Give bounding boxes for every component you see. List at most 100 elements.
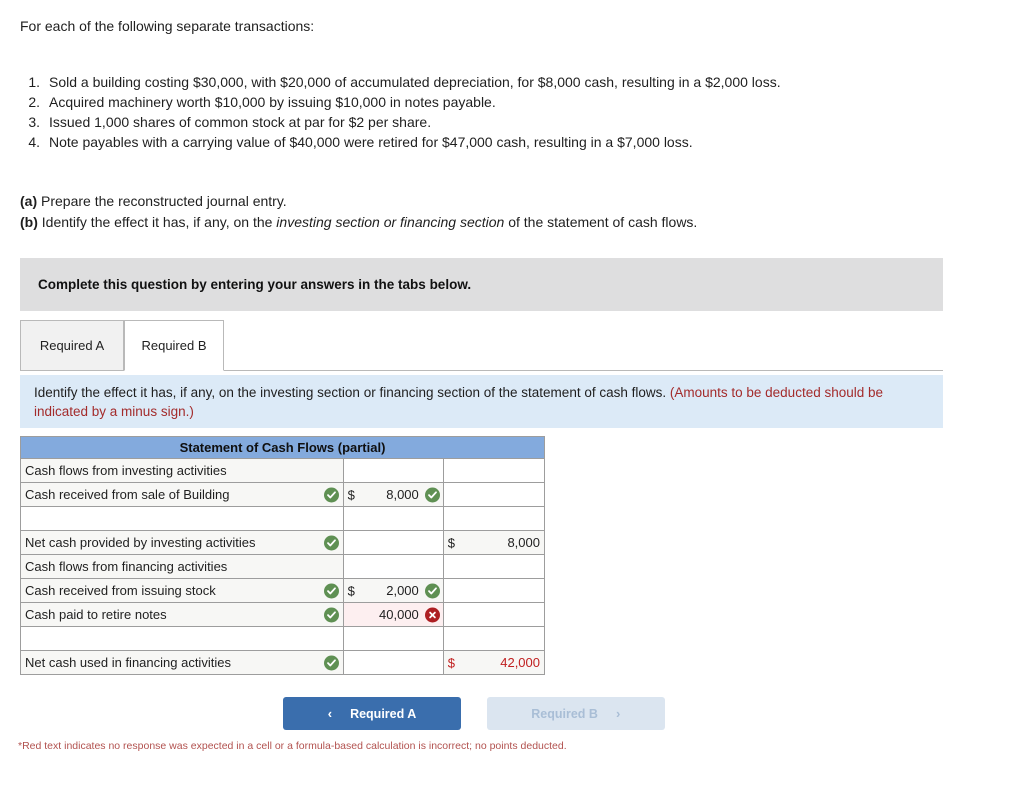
requirements-text: (a) Prepare the reconstructed journal en…: [20, 191, 697, 233]
table-row: Cash paid to retire notes 40,000: [20, 602, 546, 627]
row-amount-cell-2[interactable]: [442, 578, 546, 603]
requirement-b-text-after: of the statement of cash flows.: [504, 214, 698, 230]
row-amount-cell-2[interactable]: [442, 626, 546, 651]
table-row: Net cash used in financing activities $ …: [20, 650, 546, 675]
list-item-text: Sold a building costing $30,000, with $2…: [49, 74, 781, 90]
instruction-banner: Complete this question by entering your …: [20, 258, 943, 311]
next-button-label: Required B: [531, 706, 598, 721]
list-item-text: Issued 1,000 shares of common stock at p…: [49, 114, 432, 130]
row-label-cell[interactable]: Net cash used in financing activities: [20, 650, 344, 675]
instruction-banner-text: Complete this question by entering your …: [38, 277, 472, 292]
statement-of-cash-flows-table: Statement of Cash Flows (partial) Cash f…: [20, 436, 546, 675]
row-amount-cell-2[interactable]: [442, 554, 546, 579]
row-label: Net cash used in financing activities: [25, 655, 231, 670]
chevron-right-icon: ›: [615, 706, 621, 721]
cross-icon: [424, 607, 440, 622]
currency-symbol: $: [447, 535, 456, 550]
row-label: Cash paid to retire notes: [25, 607, 167, 622]
check-icon: [323, 535, 339, 550]
row-amount-cell-1[interactable]: [342, 506, 444, 531]
previous-button-label: Required A: [350, 706, 417, 721]
transactions-list: 1. Sold a building costing $30,000, with…: [20, 72, 980, 152]
list-item-number: 4.: [28, 134, 40, 150]
check-icon: [323, 583, 339, 598]
row-label-cell[interactable]: Cash flows from investing activities: [20, 458, 344, 483]
tab-required-b[interactable]: Required B: [124, 320, 224, 371]
tab-required-b-label: Required B: [141, 338, 207, 353]
row-label-cell[interactable]: [20, 626, 344, 651]
row-amount-cell-2[interactable]: [442, 458, 546, 483]
row-label: Net cash provided by investing activitie…: [25, 535, 256, 550]
table-row: [20, 506, 546, 531]
table-row: Net cash provided by investing activitie…: [20, 530, 546, 555]
requirement-a-line: (a) Prepare the reconstructed journal en…: [20, 191, 697, 212]
row-amount-cell-2[interactable]: [442, 506, 546, 531]
list-item-number: 3.: [28, 114, 40, 130]
check-icon: [323, 487, 339, 502]
requirement-b-text-italic: investing section or financing section: [276, 214, 505, 230]
row-label: Cash flows from financing activities: [25, 559, 228, 574]
list-item: 1. Sold a building costing $30,000, with…: [20, 72, 980, 92]
amount-value: 8,000: [507, 535, 540, 550]
table-row: Cash flows from financing activities: [20, 554, 546, 579]
tab-bar: Required A Required B: [20, 320, 943, 371]
currency-symbol: $: [447, 655, 456, 670]
requirement-b-text-before: Identify the effect it has, if any, on t…: [41, 214, 277, 230]
question-instruction-main: Identify the effect it has, if any, on t…: [34, 385, 670, 400]
row-amount-cell-2[interactable]: $ 8,000: [442, 530, 546, 555]
currency-symbol: $: [347, 583, 355, 598]
list-item-number: 2.: [28, 94, 40, 110]
row-label-cell[interactable]: [20, 506, 344, 531]
table-row: Cash flows from investing activities: [20, 458, 546, 483]
table-title: Statement of Cash Flows (partial): [20, 436, 545, 459]
row-amount-cell-1[interactable]: 40,000: [342, 602, 444, 627]
row-label: Cash flows from investing activities: [25, 463, 227, 478]
requirement-a-label: (a): [20, 193, 38, 209]
list-item: 4. Note payables with a carrying value o…: [20, 132, 980, 152]
row-amount-cell-1[interactable]: [342, 650, 444, 675]
row-label-cell[interactable]: Cash received from issuing stock: [20, 578, 344, 603]
row-label: Cash received from issuing stock: [25, 583, 216, 598]
amount-value: 42,000: [500, 655, 540, 670]
chevron-left-icon: ‹: [327, 706, 333, 721]
list-item-text: Acquired machinery worth $10,000 by issu…: [49, 94, 496, 110]
amount-value: 40,000: [379, 607, 419, 622]
requirement-a-text: Prepare the reconstructed journal entry.: [41, 193, 287, 209]
question-instruction-panel: Identify the effect it has, if any, on t…: [20, 375, 943, 428]
row-amount-cell-2[interactable]: [442, 482, 546, 507]
amount-value: 8,000: [386, 487, 419, 502]
currency-symbol: $: [347, 487, 355, 502]
row-amount-cell-1[interactable]: $ 8,000: [342, 482, 444, 507]
table-row: Cash received from sale of Building $ 8,…: [20, 482, 546, 507]
question-instruction-text: Identify the effect it has, if any, on t…: [34, 383, 929, 421]
footnote-text: *Red text indicates no response was expe…: [18, 740, 567, 752]
check-icon: [424, 487, 440, 502]
table-header-row: Statement of Cash Flows (partial): [20, 436, 545, 459]
row-amount-cell-1[interactable]: [342, 626, 444, 651]
row-amount-cell-1[interactable]: $ 2,000: [342, 578, 444, 603]
tab-required-a-label: Required A: [39, 338, 105, 353]
row-label-cell[interactable]: Cash received from sale of Building: [20, 482, 344, 507]
requirement-b-line: (b) Identify the effect it has, if any, …: [20, 212, 697, 233]
tab-navigation: ‹ Required A Required B ›: [283, 697, 665, 730]
table-row: [20, 626, 546, 651]
table-row: Cash received from issuing stock $ 2,000: [20, 578, 546, 603]
next-required-b-button[interactable]: Required B ›: [486, 697, 665, 730]
row-label-cell[interactable]: Net cash provided by investing activitie…: [20, 530, 344, 555]
list-item: 3. Issued 1,000 shares of common stock a…: [20, 112, 980, 132]
row-amount-cell-2[interactable]: $ 42,000: [442, 650, 546, 675]
requirement-b-label: (b): [20, 214, 38, 230]
row-amount-cell-1[interactable]: [342, 458, 444, 483]
previous-required-a-button[interactable]: ‹ Required A: [283, 697, 461, 730]
row-label-cell[interactable]: Cash paid to retire notes: [20, 602, 344, 627]
list-item: 2. Acquired machinery worth $10,000 by i…: [20, 92, 980, 112]
row-amount-cell-1[interactable]: [342, 554, 444, 579]
tab-required-a[interactable]: Required A: [20, 320, 124, 371]
check-icon: [424, 583, 440, 598]
row-label-cell[interactable]: Cash flows from financing activities: [20, 554, 344, 579]
row-amount-cell-1[interactable]: [342, 530, 444, 555]
intro-text: For each of the following separate trans…: [20, 18, 315, 34]
row-amount-cell-2[interactable]: [442, 602, 546, 627]
table-body: Cash flows from investing activities Cas…: [20, 458, 546, 675]
check-icon: [323, 607, 339, 622]
